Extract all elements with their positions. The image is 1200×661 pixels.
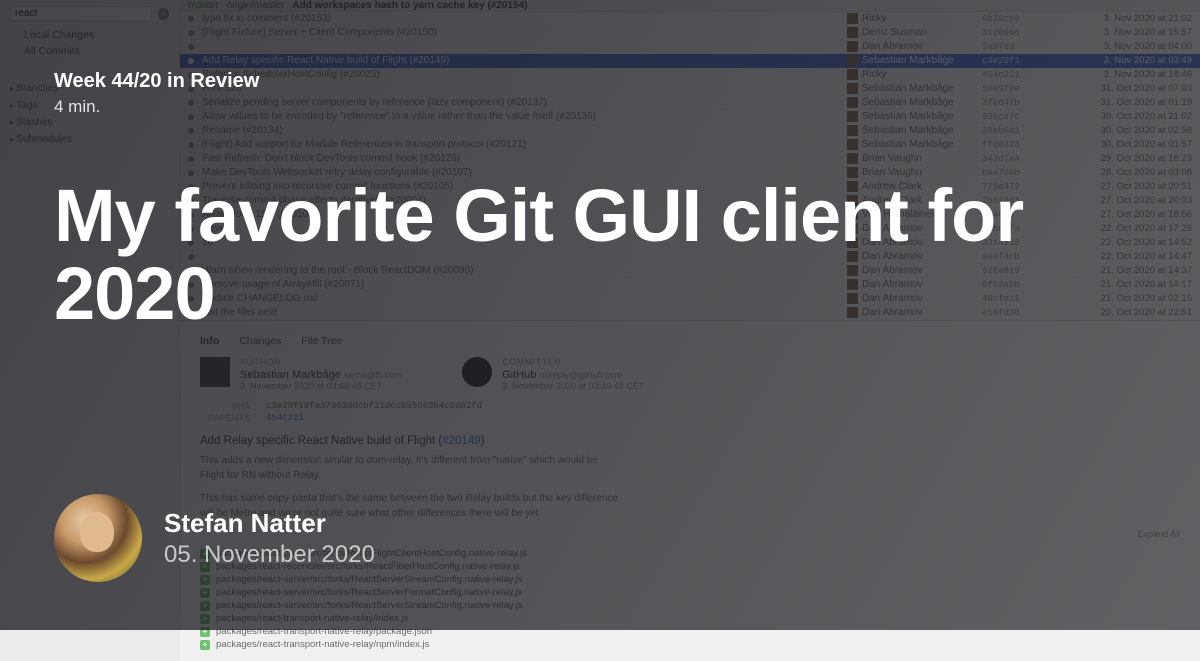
card-overlay: Week 44/20 in Review 4 min. My favorite … bbox=[0, 0, 1200, 630]
publish-date: 05. November 2020 bbox=[164, 541, 375, 569]
article-title: My favorite Git GUI client for 2020 bbox=[54, 177, 1146, 494]
kicker: Week 44/20 in Review bbox=[54, 70, 1146, 93]
author-name: Stefan Natter bbox=[164, 508, 375, 539]
card-footer: Stefan Natter 05. November 2020 bbox=[54, 494, 1146, 582]
file-row[interactable]: + packages/react-transport-native-relay/n… bbox=[200, 638, 1180, 651]
author-avatar bbox=[54, 494, 142, 582]
read-time: 4 min. bbox=[54, 97, 1146, 117]
added-icon: + bbox=[200, 640, 210, 650]
file-path: packages/react-transport-native-relay/np… bbox=[216, 639, 429, 650]
